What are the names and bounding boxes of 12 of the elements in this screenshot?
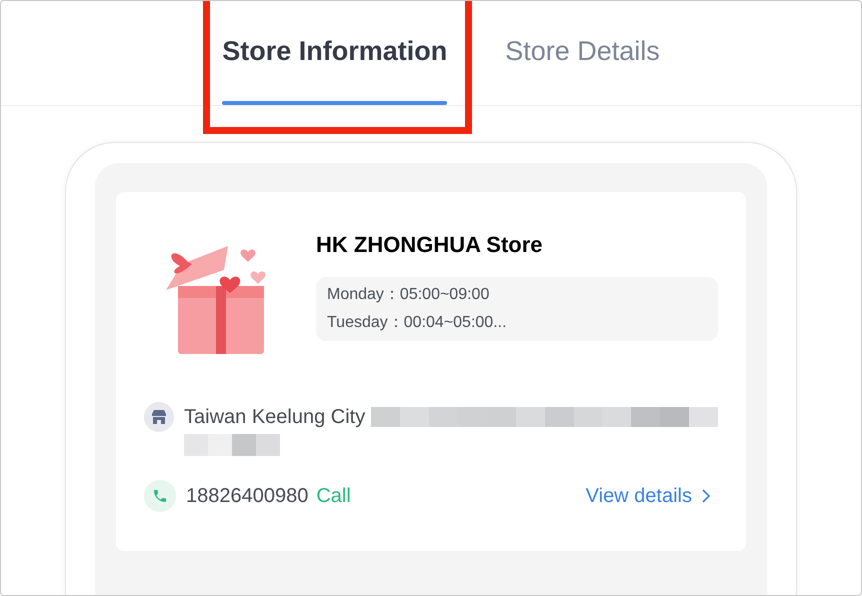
- view-details-link[interactable]: View details: [586, 481, 710, 511]
- call-link[interactable]: Call: [316, 481, 351, 511]
- phone-number: 18826400980: [186, 484, 308, 509]
- tab[interactable]: Store Details: [505, 1, 660, 105]
- chevron-right-icon: [702, 489, 710, 503]
- opening-hours: Monday：05:00~09:00: [327, 285, 490, 305]
- store-name: HK ZHONGHUA Store: [316, 231, 544, 259]
- store-icon: [144, 402, 174, 432]
- store-address: Taiwan Keelung City: [184, 405, 366, 430]
- phone-icon: [144, 480, 176, 512]
- tab[interactable]: Store Information: [222, 1, 448, 105]
- opening-hours: Tuesday：00:04~05:00...: [327, 313, 508, 333]
